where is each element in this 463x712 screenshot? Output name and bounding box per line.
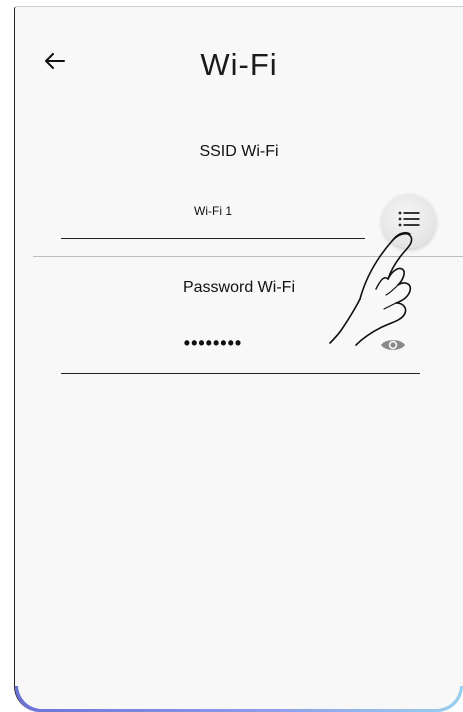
phone-screen: Wi-Fi SSID Wi-Fi Wi-Fi 1 Password Wi-Fi …: [14, 6, 463, 712]
ssid-underline: [61, 238, 365, 239]
section-divider: [33, 256, 463, 257]
network-list-button[interactable]: [382, 194, 436, 248]
list-icon: [398, 211, 420, 232]
eye-icon: [380, 336, 406, 359]
page-title: Wi-Fi: [200, 47, 278, 82]
password-underline: [61, 373, 420, 374]
password-input[interactable]: ••••••••: [61, 333, 365, 354]
toggle-password-visibility-button[interactable]: [379, 337, 407, 357]
screen-body: [18, 669, 460, 709]
ssid-input[interactable]: Wi-Fi 1: [61, 204, 365, 218]
ssid-label: SSID Wi-Fi: [199, 143, 279, 160]
password-label: Password Wi-Fi: [182, 279, 295, 296]
